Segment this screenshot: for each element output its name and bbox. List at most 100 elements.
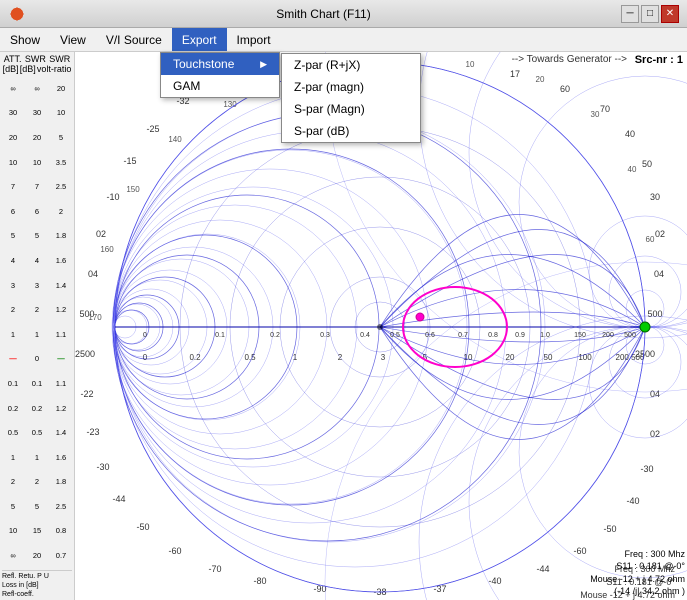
- close-button[interactable]: ✕: [661, 5, 679, 23]
- svg-text:20: 20: [536, 75, 545, 84]
- svg-text:50: 50: [642, 159, 652, 169]
- svg-text:0.9: 0.9: [515, 332, 525, 339]
- svg-text:-70: -70: [208, 564, 221, 574]
- svg-text:-10: -10: [106, 192, 119, 202]
- svg-text:-50: -50: [603, 524, 616, 534]
- svg-text:30: 30: [591, 110, 600, 119]
- freq-label: Freq : 300 Mhz: [590, 548, 685, 561]
- svg-text:-44: -44: [536, 564, 549, 574]
- svg-text:40: 40: [628, 165, 637, 174]
- swr-volt-col: 20 10 5 3.5 2.5 2 1.8 1.6 1.4 1.2 1.1 — …: [50, 76, 72, 568]
- svg-text:-25: -25: [146, 124, 159, 134]
- towards-generator-label: --> Towards Generator -->: [512, 54, 627, 65]
- maximize-button[interactable]: □: [641, 5, 659, 23]
- swr-db-header: SWR: [25, 54, 46, 64]
- touchstone-submenu: Z-par (R+jX) Z-par (magn) S-par (Magn) S…: [281, 53, 421, 143]
- menu-show[interactable]: Show: [0, 28, 50, 51]
- app-logo: [8, 5, 26, 23]
- menu-vi-source[interactable]: V/I Source: [96, 28, 172, 51]
- svg-text:0.3: 0.3: [320, 332, 330, 339]
- menu-gam[interactable]: GAM: [161, 75, 279, 97]
- svg-text:0: 0: [143, 353, 148, 362]
- svg-text:160: 160: [100, 245, 114, 254]
- svg-text:17: 17: [510, 69, 520, 79]
- bottom-scale-labels: Refl. Retu. P U Loss in [dB] Refl-coeff.: [2, 570, 72, 598]
- svg-text:-60: -60: [573, 546, 586, 556]
- export-dropdown: Touchstone ▶ GAM Z-par (R+jX) Z-par (mag…: [160, 52, 280, 98]
- svg-text:170: 170: [88, 313, 102, 322]
- svg-text:40: 40: [625, 129, 635, 139]
- svg-text:-60: -60: [168, 546, 181, 556]
- svg-text:0.8: 0.8: [488, 332, 498, 339]
- menu-export[interactable]: Export: [172, 28, 227, 51]
- svg-text:2500: 2500: [75, 349, 95, 359]
- swr-volt-header: SWR: [49, 54, 70, 64]
- svg-text:02: 02: [655, 229, 665, 239]
- submenu-spar-db[interactable]: S-par (dB): [282, 120, 420, 142]
- swr-volt-unit: volt-ratio: [37, 64, 72, 74]
- svg-text:60: 60: [646, 235, 655, 244]
- svg-text:-30: -30: [96, 462, 109, 472]
- swr-db-unit: [dB]: [20, 64, 36, 74]
- title-bar: Smith Chart (F11) ─ □ ✕: [0, 0, 687, 28]
- menu-view[interactable]: View: [50, 28, 96, 51]
- att-header: ATT.: [4, 54, 22, 64]
- title-bar-buttons: ─ □ ✕: [621, 5, 679, 23]
- minimize-button[interactable]: ─: [621, 5, 639, 23]
- att-col: ∞ 30 20 10 7 6 5 4 3 2 1 — 0.1 0.2 0.5 1…: [2, 76, 24, 568]
- svg-text:150: 150: [574, 332, 586, 339]
- menu-bar: Show View V/I Source Export Import Touch…: [0, 28, 687, 52]
- svg-text:0: 0: [143, 332, 147, 339]
- mouse-label: Mouse -12 + j 4.72 ohm: [590, 573, 685, 586]
- svg-text:-44: -44: [112, 494, 125, 504]
- export-menu: Touchstone ▶ GAM Z-par (R+jX) Z-par (mag…: [160, 52, 280, 98]
- svg-text:500: 500: [647, 309, 662, 319]
- svg-text:-22: -22: [80, 389, 93, 399]
- submenu-spar-magn[interactable]: S-par (Magn): [282, 98, 420, 120]
- submenu-arrow: ▶: [260, 59, 267, 70]
- svg-text:0.2: 0.2: [189, 353, 201, 362]
- swr-db-col: ∞ 30 20 10 7 6 5 4 3 2 1 0 0.1 0.2 0.5 1…: [26, 76, 48, 568]
- submenu-zpar-rjx[interactable]: Z-par (R+jX): [282, 54, 420, 76]
- scale-headers: ATT. SWR SWR: [2, 54, 72, 64]
- svg-text:10: 10: [466, 60, 475, 69]
- svg-text:0.6: 0.6: [425, 332, 435, 339]
- s11-label: S11 : 0.181 @-0°: [590, 560, 685, 573]
- info-panel: Freq : 300 Mhz S11 : 0.181 @-0° Mouse -1…: [590, 548, 685, 598]
- svg-text:0.7: 0.7: [458, 332, 468, 339]
- svg-text:-15: -15: [123, 156, 136, 166]
- svg-text:-23: -23: [86, 427, 99, 437]
- svg-text:04: 04: [88, 269, 98, 279]
- svg-text:70: 70: [600, 104, 610, 114]
- left-panel: ATT. SWR SWR [dB] [dB] volt-ratio ∞ 30 2…: [0, 52, 75, 600]
- svg-text:150: 150: [126, 185, 140, 194]
- svg-text:-50: -50: [136, 522, 149, 532]
- svg-text:0.1: 0.1: [215, 332, 225, 339]
- svg-text:-40: -40: [626, 496, 639, 506]
- svg-text:3: 3: [381, 353, 386, 362]
- svg-text:-30: -30: [640, 464, 653, 474]
- scale-subheaders: [dB] [dB] volt-ratio: [2, 64, 72, 74]
- svg-text:140: 140: [168, 135, 182, 144]
- svg-text:130: 130: [223, 100, 237, 109]
- svg-text:50: 50: [544, 353, 553, 362]
- svg-text:0.5: 0.5: [390, 332, 400, 339]
- svg-text:60: 60: [560, 84, 570, 94]
- submenu-zpar-magn[interactable]: Z-par (magn): [282, 76, 420, 98]
- svg-text:200: 200: [602, 332, 614, 339]
- menu-import[interactable]: Import: [227, 28, 281, 51]
- svg-text:-40: -40: [488, 576, 501, 586]
- svg-text:1.0: 1.0: [540, 332, 550, 339]
- svg-text:0.4: 0.4: [360, 332, 370, 339]
- menu-touchstone[interactable]: Touchstone ▶: [161, 53, 279, 75]
- att-unit: [dB]: [3, 64, 19, 74]
- svg-text:04: 04: [654, 269, 664, 279]
- svg-text:500: 500: [624, 332, 636, 339]
- mouse-label2: (-14 /j| 34.2 ohm ): [590, 585, 685, 598]
- svg-text:-80: -80: [253, 576, 266, 586]
- window-title: Smith Chart (F11): [26, 7, 621, 21]
- svg-text:0.2: 0.2: [270, 332, 280, 339]
- svg-text:30: 30: [650, 192, 660, 202]
- svg-text:02: 02: [96, 229, 106, 239]
- source-number-label: Src-nr : 1: [635, 54, 683, 66]
